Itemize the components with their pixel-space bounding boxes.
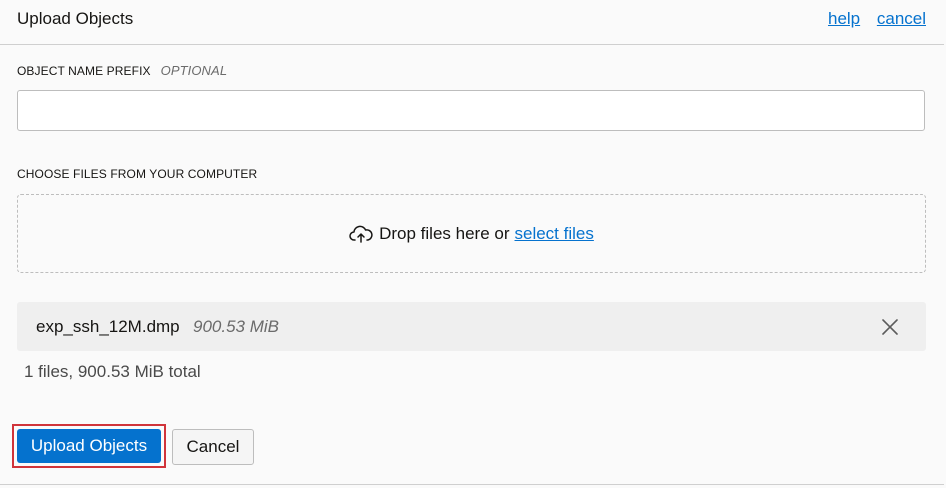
prefix-label: OBJECT NAME PREFIX OPTIONAL bbox=[17, 63, 227, 78]
panel-title: Upload Objects bbox=[17, 9, 134, 28]
close-icon bbox=[882, 319, 898, 335]
object-name-prefix-input[interactable] bbox=[17, 90, 925, 131]
drop-text: Drop files here or bbox=[379, 223, 510, 243]
choose-files-label: CHOOSE FILES FROM YOUR COMPUTER bbox=[17, 167, 258, 181]
prefix-label-text: OBJECT NAME PREFIX bbox=[17, 64, 151, 78]
upload-button-highlight: Upload Objects bbox=[12, 424, 166, 468]
bottom-divider bbox=[0, 484, 944, 485]
cloud-upload-icon bbox=[349, 224, 373, 244]
file-name: exp_ssh_12M.dmp bbox=[36, 317, 180, 336]
optional-label: OPTIONAL bbox=[160, 63, 228, 78]
file-size: 900.53 MiB bbox=[193, 317, 279, 336]
header-links: help cancel bbox=[816, 9, 926, 29]
files-summary: 1 files, 900.53 MiB total bbox=[24, 362, 201, 381]
cancel-link[interactable]: cancel bbox=[877, 9, 926, 28]
upload-objects-button[interactable]: Upload Objects bbox=[17, 429, 161, 463]
panel-header: Upload Objects help cancel bbox=[0, 0, 944, 45]
cancel-button[interactable]: Cancel bbox=[172, 429, 254, 465]
file-list-item: exp_ssh_12M.dmp 900.53 MiB bbox=[17, 302, 926, 351]
file-dropzone[interactable]: Drop files here or select files bbox=[17, 194, 926, 273]
remove-file-button[interactable] bbox=[880, 317, 900, 337]
help-link[interactable]: help bbox=[828, 9, 860, 28]
select-files-link[interactable]: select files bbox=[515, 224, 594, 244]
